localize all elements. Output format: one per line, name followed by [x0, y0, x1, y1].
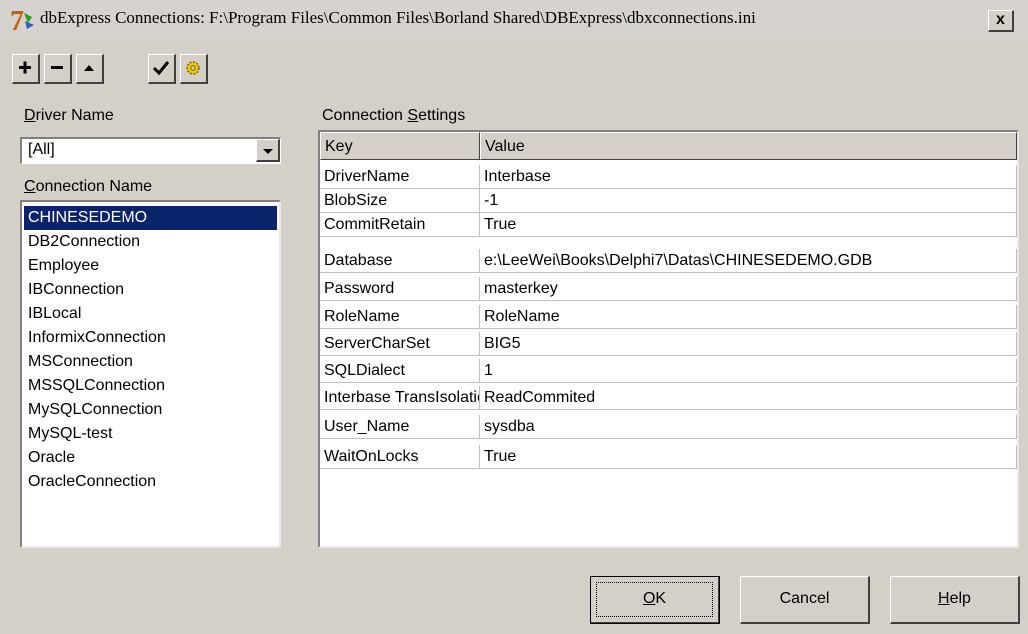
close-icon: x	[996, 11, 1005, 28]
cancel-button[interactable]: Cancel	[740, 576, 870, 624]
connection-name-label: Connection Name	[24, 178, 153, 195]
svg-text:7: 7	[10, 7, 24, 33]
help-button-label: Help	[938, 590, 971, 607]
minus-icon	[51, 66, 63, 69]
setting-value-cell[interactable]: masterkey	[480, 277, 1017, 301]
driver-name-value: [All]	[28, 141, 55, 158]
plus-icon	[19, 61, 31, 74]
connection-list-item[interactable]: CHINESEDEMO	[24, 206, 277, 230]
help-button[interactable]: Help	[890, 576, 1020, 624]
rename-connection-button[interactable]	[76, 54, 104, 84]
properties-button[interactable]	[180, 54, 208, 84]
setting-key-cell[interactable]: WaitOnLocks	[320, 445, 480, 469]
setting-key-cell[interactable]: CommitRetain	[320, 213, 480, 237]
column-header-key[interactable]: Key	[320, 132, 480, 160]
connection-name-list[interactable]: CHINESEDEMO DB2Connection Employee IBCon…	[20, 200, 281, 548]
checkmark-icon	[152, 61, 170, 76]
connection-list-item[interactable]: MySQLConnection	[24, 398, 277, 422]
driver-name-combobox[interactable]: [All]	[20, 137, 281, 164]
title-bar: 7 dbExpress Connections: F:\Program File…	[0, 0, 1028, 38]
ok-button-label: OK	[642, 590, 667, 607]
chevron-down-icon	[263, 149, 273, 154]
setting-key-cell[interactable]: User_Name	[320, 415, 480, 439]
connection-list-item[interactable]: MSConnection	[24, 350, 277, 374]
setting-key-cell[interactable]: ServerCharSet	[320, 332, 480, 356]
connection-list-item[interactable]: Employee	[24, 254, 277, 278]
setting-key-cell[interactable]: Database	[320, 249, 480, 273]
setting-value-cell[interactable]: e:\LeeWei\Books\Delphi7\Datas\CHINESEDEM…	[480, 249, 1017, 273]
add-connection-button[interactable]	[12, 54, 40, 84]
connection-list-item[interactable]: MSSQLConnection	[24, 374, 277, 398]
delete-connection-button[interactable]	[44, 54, 72, 84]
setting-key-cell[interactable]: Interbase TransIsolation	[320, 386, 480, 410]
setting-value-cell[interactable]: Interbase	[480, 165, 1017, 189]
setting-value-cell[interactable]: RoleName	[480, 305, 1017, 329]
setting-key-cell[interactable]: Password	[320, 277, 480, 301]
connection-settings-grid[interactable]: Key Value DriverName Interbase BlobSize …	[318, 130, 1019, 548]
setting-key-cell[interactable]: BlobSize	[320, 189, 480, 213]
connection-list-item[interactable]: IBLocal	[24, 302, 277, 326]
app-icon: 7	[10, 7, 34, 33]
setting-key-cell[interactable]: SQLDialect	[320, 359, 480, 383]
test-connection-button[interactable]	[148, 54, 176, 84]
setting-value-cell[interactable]: 1	[480, 359, 1017, 383]
setting-value-cell[interactable]: True	[480, 213, 1017, 237]
driver-name-label: Driver Name	[24, 107, 114, 124]
connection-list-item[interactable]: Oracle	[24, 446, 277, 470]
connection-list-item[interactable]: IBConnection	[24, 278, 277, 302]
gear-icon	[186, 61, 200, 75]
setting-value-cell[interactable]: ReadCommited	[480, 386, 1017, 410]
setting-value-cell[interactable]: sysdba	[480, 415, 1017, 439]
setting-key-cell[interactable]: RoleName	[320, 305, 480, 329]
cancel-button-label: Cancel	[779, 590, 830, 607]
close-button[interactable]: x	[988, 10, 1014, 32]
connection-settings-label: Connection Settings	[322, 107, 466, 124]
setting-key-cell[interactable]: DriverName	[320, 165, 480, 189]
connection-list-item[interactable]: OracleConnection	[24, 470, 277, 494]
column-header-value[interactable]: Value	[480, 132, 1017, 160]
connection-list-item[interactable]: MySQL-test	[24, 422, 277, 446]
connection-list-item[interactable]: DB2Connection	[24, 230, 277, 254]
setting-value-cell[interactable]: -1	[480, 189, 1017, 213]
ok-button[interactable]: OK	[590, 576, 720, 624]
connection-list-item[interactable]: InformixConnection	[24, 326, 277, 350]
dropdown-button[interactable]	[256, 139, 280, 162]
triangle-up-icon	[84, 65, 94, 71]
setting-value-cell[interactable]: BIG5	[480, 332, 1017, 356]
window-title: dbExpress Connections: F:\Program Files\…	[40, 8, 756, 27]
setting-value-cell[interactable]: True	[480, 445, 1017, 469]
